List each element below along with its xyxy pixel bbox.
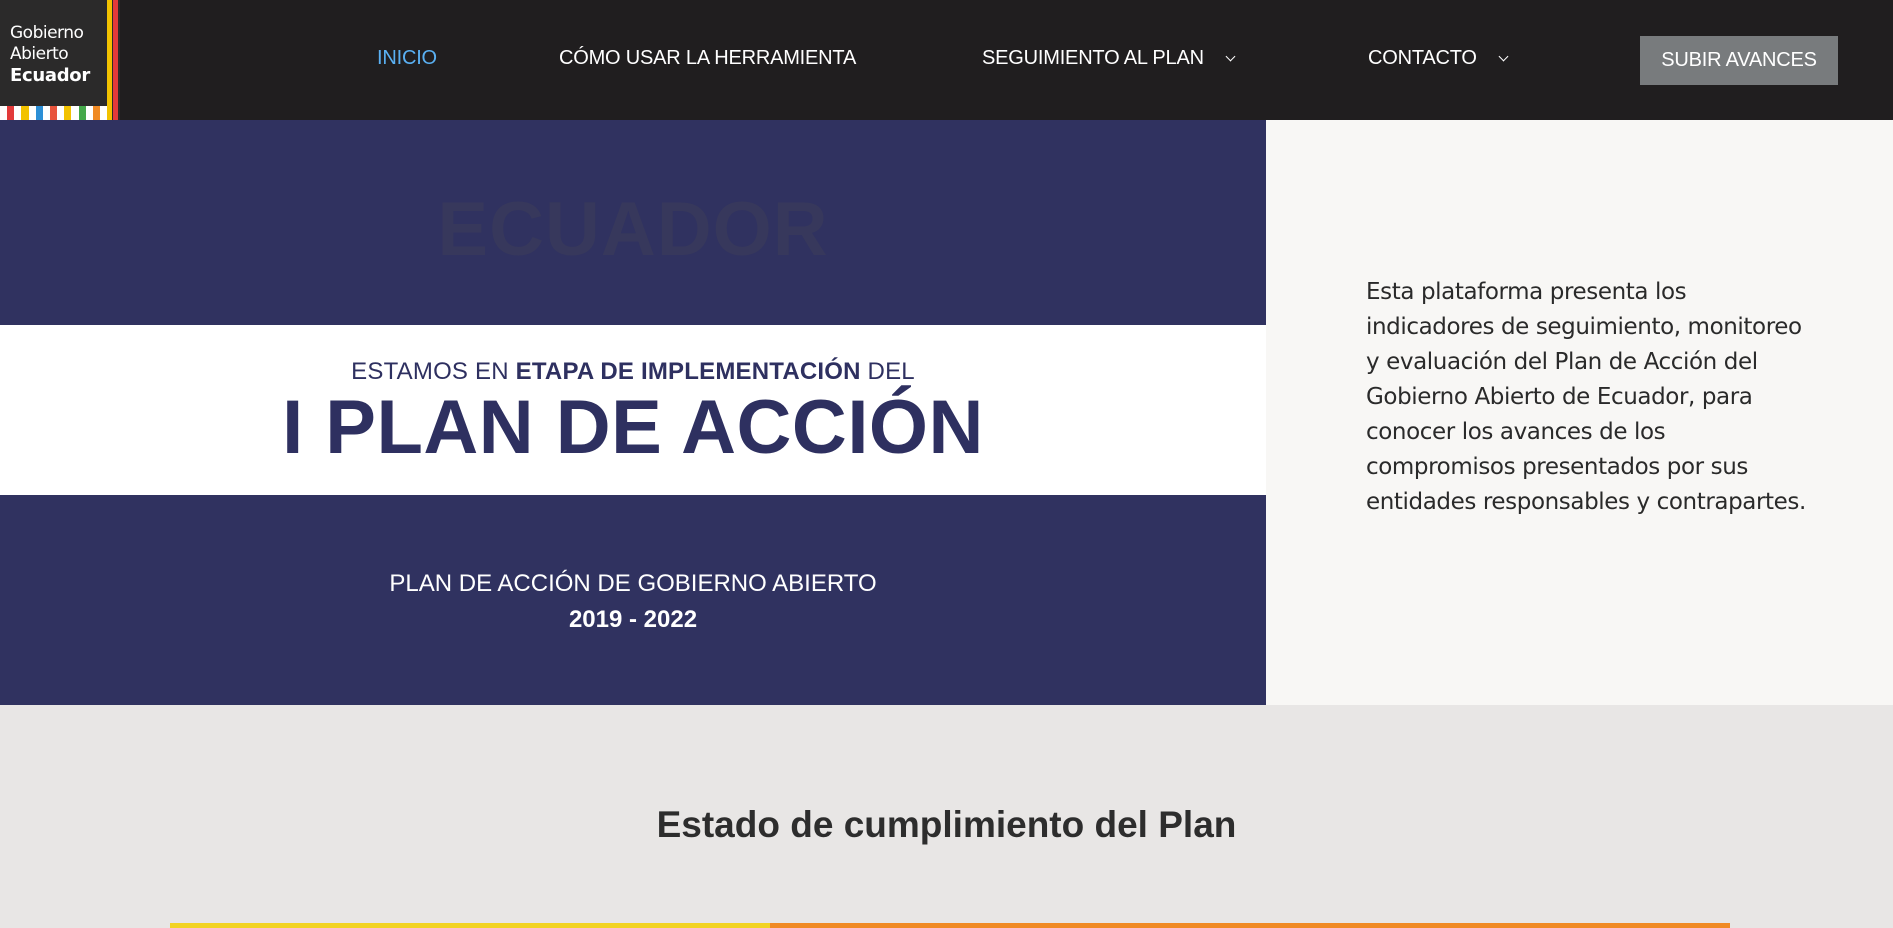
nav-inicio[interactable]: INICIO	[377, 47, 437, 70]
logo-line-2: Abierto	[10, 44, 69, 64]
logo-stripe	[42, 106, 50, 120]
chevron-down-icon	[1225, 51, 1236, 62]
logo-stripe	[57, 106, 65, 120]
nav-como-usar-label: CÓMO USAR LA HERRAMIENTA	[559, 47, 857, 69]
hero-stage-text: ESTAMOS EN ETAPA DE IMPLEMENTACIÓN DEL	[0, 325, 1266, 386]
logo-stripe	[0, 106, 8, 120]
logo-stripe	[7, 106, 15, 120]
stage-bold: ETAPA DE IMPLEMENTACIÓN	[515, 358, 861, 385]
logo-stripe	[99, 106, 108, 120]
logo-line-3: Ecuador	[10, 65, 90, 86]
logo-red-bar	[113, 0, 118, 120]
nav-contacto-label: CONTACTO	[1368, 47, 1477, 69]
nav-contacto[interactable]: CONTACTO	[1368, 47, 1509, 70]
stage-suffix: DEL	[860, 358, 915, 385]
nav-seguimiento[interactable]: SEGUIMIENTO AL PLAN	[982, 47, 1236, 70]
progress-segment-orange	[770, 923, 1730, 928]
subir-avances-button[interactable]: SUBIR AVANCES	[1640, 36, 1838, 85]
hero-title-band: ESTAMOS EN ETAPA DE IMPLEMENTACIÓN DEL I…	[0, 325, 1266, 495]
logo-stripe	[78, 106, 86, 120]
logo-yellow-bar	[107, 0, 112, 120]
logo-stripe	[92, 106, 100, 120]
hero-years: 2019 - 2022	[568, 606, 698, 633]
stage-prefix: ESTAMOS EN	[351, 358, 516, 385]
top-navbar: Gobierno Abierto Ecuador INICIO CÓMO USA…	[0, 0, 1893, 120]
logo-stripe	[64, 106, 72, 120]
logo-stripe	[14, 106, 22, 120]
logo-stripe	[85, 106, 93, 120]
logo-stripe	[21, 106, 29, 120]
logo-stripe	[49, 106, 58, 120]
logo-color-stripes	[0, 106, 108, 120]
hero-watermark: ECUADOR	[437, 187, 829, 272]
hero-title: I PLAN DE ACCIÓN	[282, 385, 984, 470]
hero-subtitle-block: PLAN DE ACCIÓN DE GOBIERNO ABIERTO 2019 …	[0, 566, 1266, 638]
hero-subtitle: PLAN DE ACCIÓN DE GOBIERNO ABIERTO	[389, 570, 877, 597]
hero-banner: ECUADOR ESTAMOS EN ETAPA DE IMPLEMENTACI…	[0, 120, 1266, 705]
gobierno-abierto-logo[interactable]: Gobierno Abierto Ecuador	[0, 0, 120, 120]
nav-seguimiento-label: SEGUIMIENTO AL PLAN	[982, 47, 1204, 69]
plan-progress-bar	[170, 923, 1730, 928]
hero-description: Esta plataforma presenta los indicadores…	[1366, 279, 1806, 515]
logo-stripe	[28, 106, 36, 120]
progress-segment-yellow	[170, 923, 770, 928]
nav-como-usar[interactable]: CÓMO USAR LA HERRAMIENTA	[559, 47, 856, 70]
logo-line-1: Gobierno	[10, 23, 84, 43]
section-title: Estado de cumplimiento del Plan	[656, 804, 1237, 845]
logo-stripe	[71, 106, 79, 120]
logo-stripe	[35, 106, 43, 120]
hero-description-panel: Esta plataforma presenta los indicadores…	[1266, 120, 1893, 705]
chevron-down-icon	[1498, 51, 1509, 62]
nav-inicio-label: INICIO	[377, 47, 437, 69]
